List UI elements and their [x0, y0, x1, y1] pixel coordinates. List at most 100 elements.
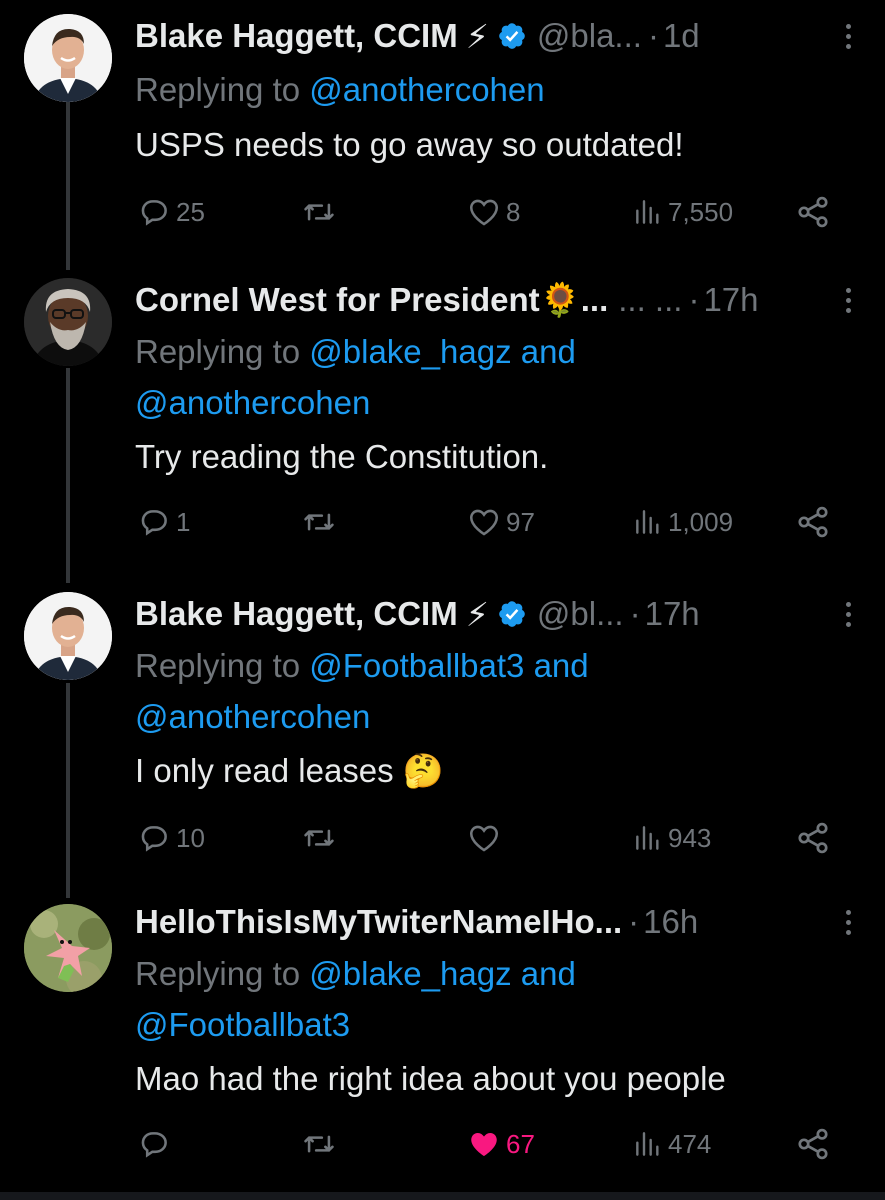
- mention-link[interactable]: @Footballbat3: [309, 647, 524, 684]
- tweet-actions: 1 97 1,009: [0, 502, 885, 542]
- retweet-button[interactable]: [300, 192, 338, 232]
- more-options-icon[interactable]: [841, 282, 855, 318]
- tweet[interactable]: HelloThisIsMyTwiterNameIHo... · 16h Repl…: [0, 898, 885, 1188]
- avatar[interactable]: [24, 592, 112, 680]
- mention-conjunction: and: [511, 333, 576, 370]
- handle[interactable]: @bl...: [537, 595, 624, 633]
- handle[interactable]: @bla...: [537, 17, 642, 55]
- views-button[interactable]: 943: [632, 818, 711, 858]
- tweet-text: Mao had the right idea about you people: [135, 1060, 726, 1097]
- timestamp[interactable]: 17h: [703, 281, 758, 319]
- retweet-icon: [304, 513, 334, 531]
- more-options-icon[interactable]: [841, 596, 855, 632]
- reply-count: 25: [176, 196, 205, 227]
- display-name[interactable]: Blake Haggett, CCIM: [135, 595, 458, 633]
- thinking-face-emoji: 🤔: [402, 752, 444, 789]
- handle[interactable]: ... ...: [618, 281, 682, 319]
- bottom-divider: [0, 1192, 885, 1200]
- share-icon: [798, 1128, 828, 1160]
- heart-icon: [469, 509, 499, 536]
- mention-link[interactable]: @anothercohen: [135, 384, 370, 421]
- views-button[interactable]: 474: [632, 1124, 711, 1164]
- avatar[interactable]: [24, 904, 112, 992]
- mention-link[interactable]: @blake_hagz: [309, 955, 511, 992]
- like-count: 8: [506, 196, 521, 227]
- tweet-actions: 25 8 7,550: [0, 192, 885, 232]
- views-icon: [636, 510, 659, 534]
- avatar[interactable]: [24, 278, 112, 366]
- reply-button[interactable]: [138, 1124, 176, 1164]
- heart-filled-icon: [471, 1132, 497, 1157]
- tweet[interactable]: Cornel West for President 🌻 ... ... ... …: [0, 276, 885, 566]
- reply-icon: [141, 510, 167, 536]
- like-button[interactable]: 97: [466, 502, 535, 542]
- display-name[interactable]: HelloThisIsMyTwiterNameIHo...: [135, 903, 622, 941]
- lightning-emoji: ⚡: [465, 595, 489, 633]
- reply-count: 1: [176, 506, 191, 537]
- replying-to: Replying to @anothercohen: [135, 64, 855, 115]
- reply-button[interactable]: 1: [138, 502, 190, 542]
- lightning-emoji: ⚡: [465, 17, 489, 55]
- mention-link[interactable]: @anothercohen: [309, 71, 544, 108]
- separator-dot: ·: [629, 595, 641, 632]
- replying-to-label: Replying to: [135, 955, 310, 992]
- view-count: 474: [668, 1128, 712, 1159]
- share-button[interactable]: [795, 502, 831, 542]
- more-options-icon[interactable]: [841, 18, 855, 54]
- mention-conjunction: and: [524, 647, 589, 684]
- tweet[interactable]: Blake Haggett, CCIM ⚡ @bl... · 17h Reply…: [0, 590, 885, 880]
- avatar[interactable]: [24, 14, 112, 102]
- tweet-text-content: I only read leases: [135, 752, 394, 789]
- tweet-header: HelloThisIsMyTwiterNameIHo... · 16h: [135, 898, 855, 946]
- display-name[interactable]: Blake Haggett, CCIM: [135, 17, 458, 55]
- tweet-text: I only read leases 🤔: [135, 746, 855, 796]
- separator-dot: ·: [688, 281, 700, 318]
- timestamp[interactable]: 16h: [643, 903, 698, 941]
- tweet-header: Blake Haggett, CCIM ⚡ @bl... · 17h: [135, 590, 855, 638]
- share-button[interactable]: [795, 1124, 831, 1164]
- share-button[interactable]: [795, 818, 831, 858]
- sunflower-emoji: 🌻: [539, 280, 581, 318]
- replying-to-label: Replying to: [135, 71, 310, 108]
- views-button[interactable]: 1,009: [632, 502, 733, 542]
- verified-badge-icon: [497, 599, 527, 629]
- replying-to: Replying to @blake_hagz and @Footballbat…: [135, 948, 855, 1050]
- mention-link[interactable]: @Footballbat3: [135, 1006, 350, 1043]
- display-name[interactable]: Cornel West for President: [135, 281, 540, 319]
- tweet[interactable]: Blake Haggett, CCIM ⚡ @bla... · 1d Reply…: [0, 12, 885, 242]
- tweet-actions: 67 474: [0, 1124, 885, 1164]
- reply-count: 10: [176, 822, 205, 853]
- retweet-icon: [304, 203, 334, 221]
- mention-link[interactable]: @anothercohen: [135, 698, 370, 735]
- more-options-icon[interactable]: [841, 904, 855, 940]
- view-count: 7,550: [668, 196, 734, 227]
- share-button[interactable]: [795, 192, 831, 232]
- like-button[interactable]: 67: [466, 1124, 535, 1164]
- reply-button[interactable]: 25: [138, 192, 205, 232]
- share-icon: [798, 822, 828, 854]
- like-count: 67: [506, 1128, 535, 1159]
- replying-to-label: Replying to: [135, 647, 310, 684]
- retweet-icon: [304, 829, 334, 847]
- like-button[interactable]: [466, 818, 506, 858]
- retweet-button[interactable]: [300, 1124, 338, 1164]
- tweet-text: USPS needs to go away so outdated!: [135, 126, 684, 163]
- timestamp[interactable]: 17h: [645, 595, 700, 633]
- views-button[interactable]: 7,550: [632, 192, 733, 232]
- heart-icon: [469, 199, 499, 226]
- retweet-icon: [304, 1135, 334, 1153]
- reply-icon: [141, 200, 167, 226]
- retweet-button[interactable]: [300, 502, 338, 542]
- reply-icon: [141, 1132, 167, 1158]
- views-icon: [636, 200, 659, 224]
- replying-to-label: Replying to: [135, 333, 310, 370]
- share-icon: [798, 506, 828, 538]
- like-button[interactable]: 8: [466, 192, 520, 232]
- retweet-button[interactable]: [300, 818, 338, 858]
- truncation-ellipsis: ...: [580, 281, 609, 318]
- mention-link[interactable]: @blake_hagz: [309, 333, 511, 370]
- timestamp[interactable]: 1d: [663, 17, 700, 55]
- reply-button[interactable]: 10: [138, 818, 205, 858]
- separator-dot: ·: [647, 17, 659, 54]
- replying-to: Replying to @Footballbat3 and @anotherco…: [135, 640, 855, 742]
